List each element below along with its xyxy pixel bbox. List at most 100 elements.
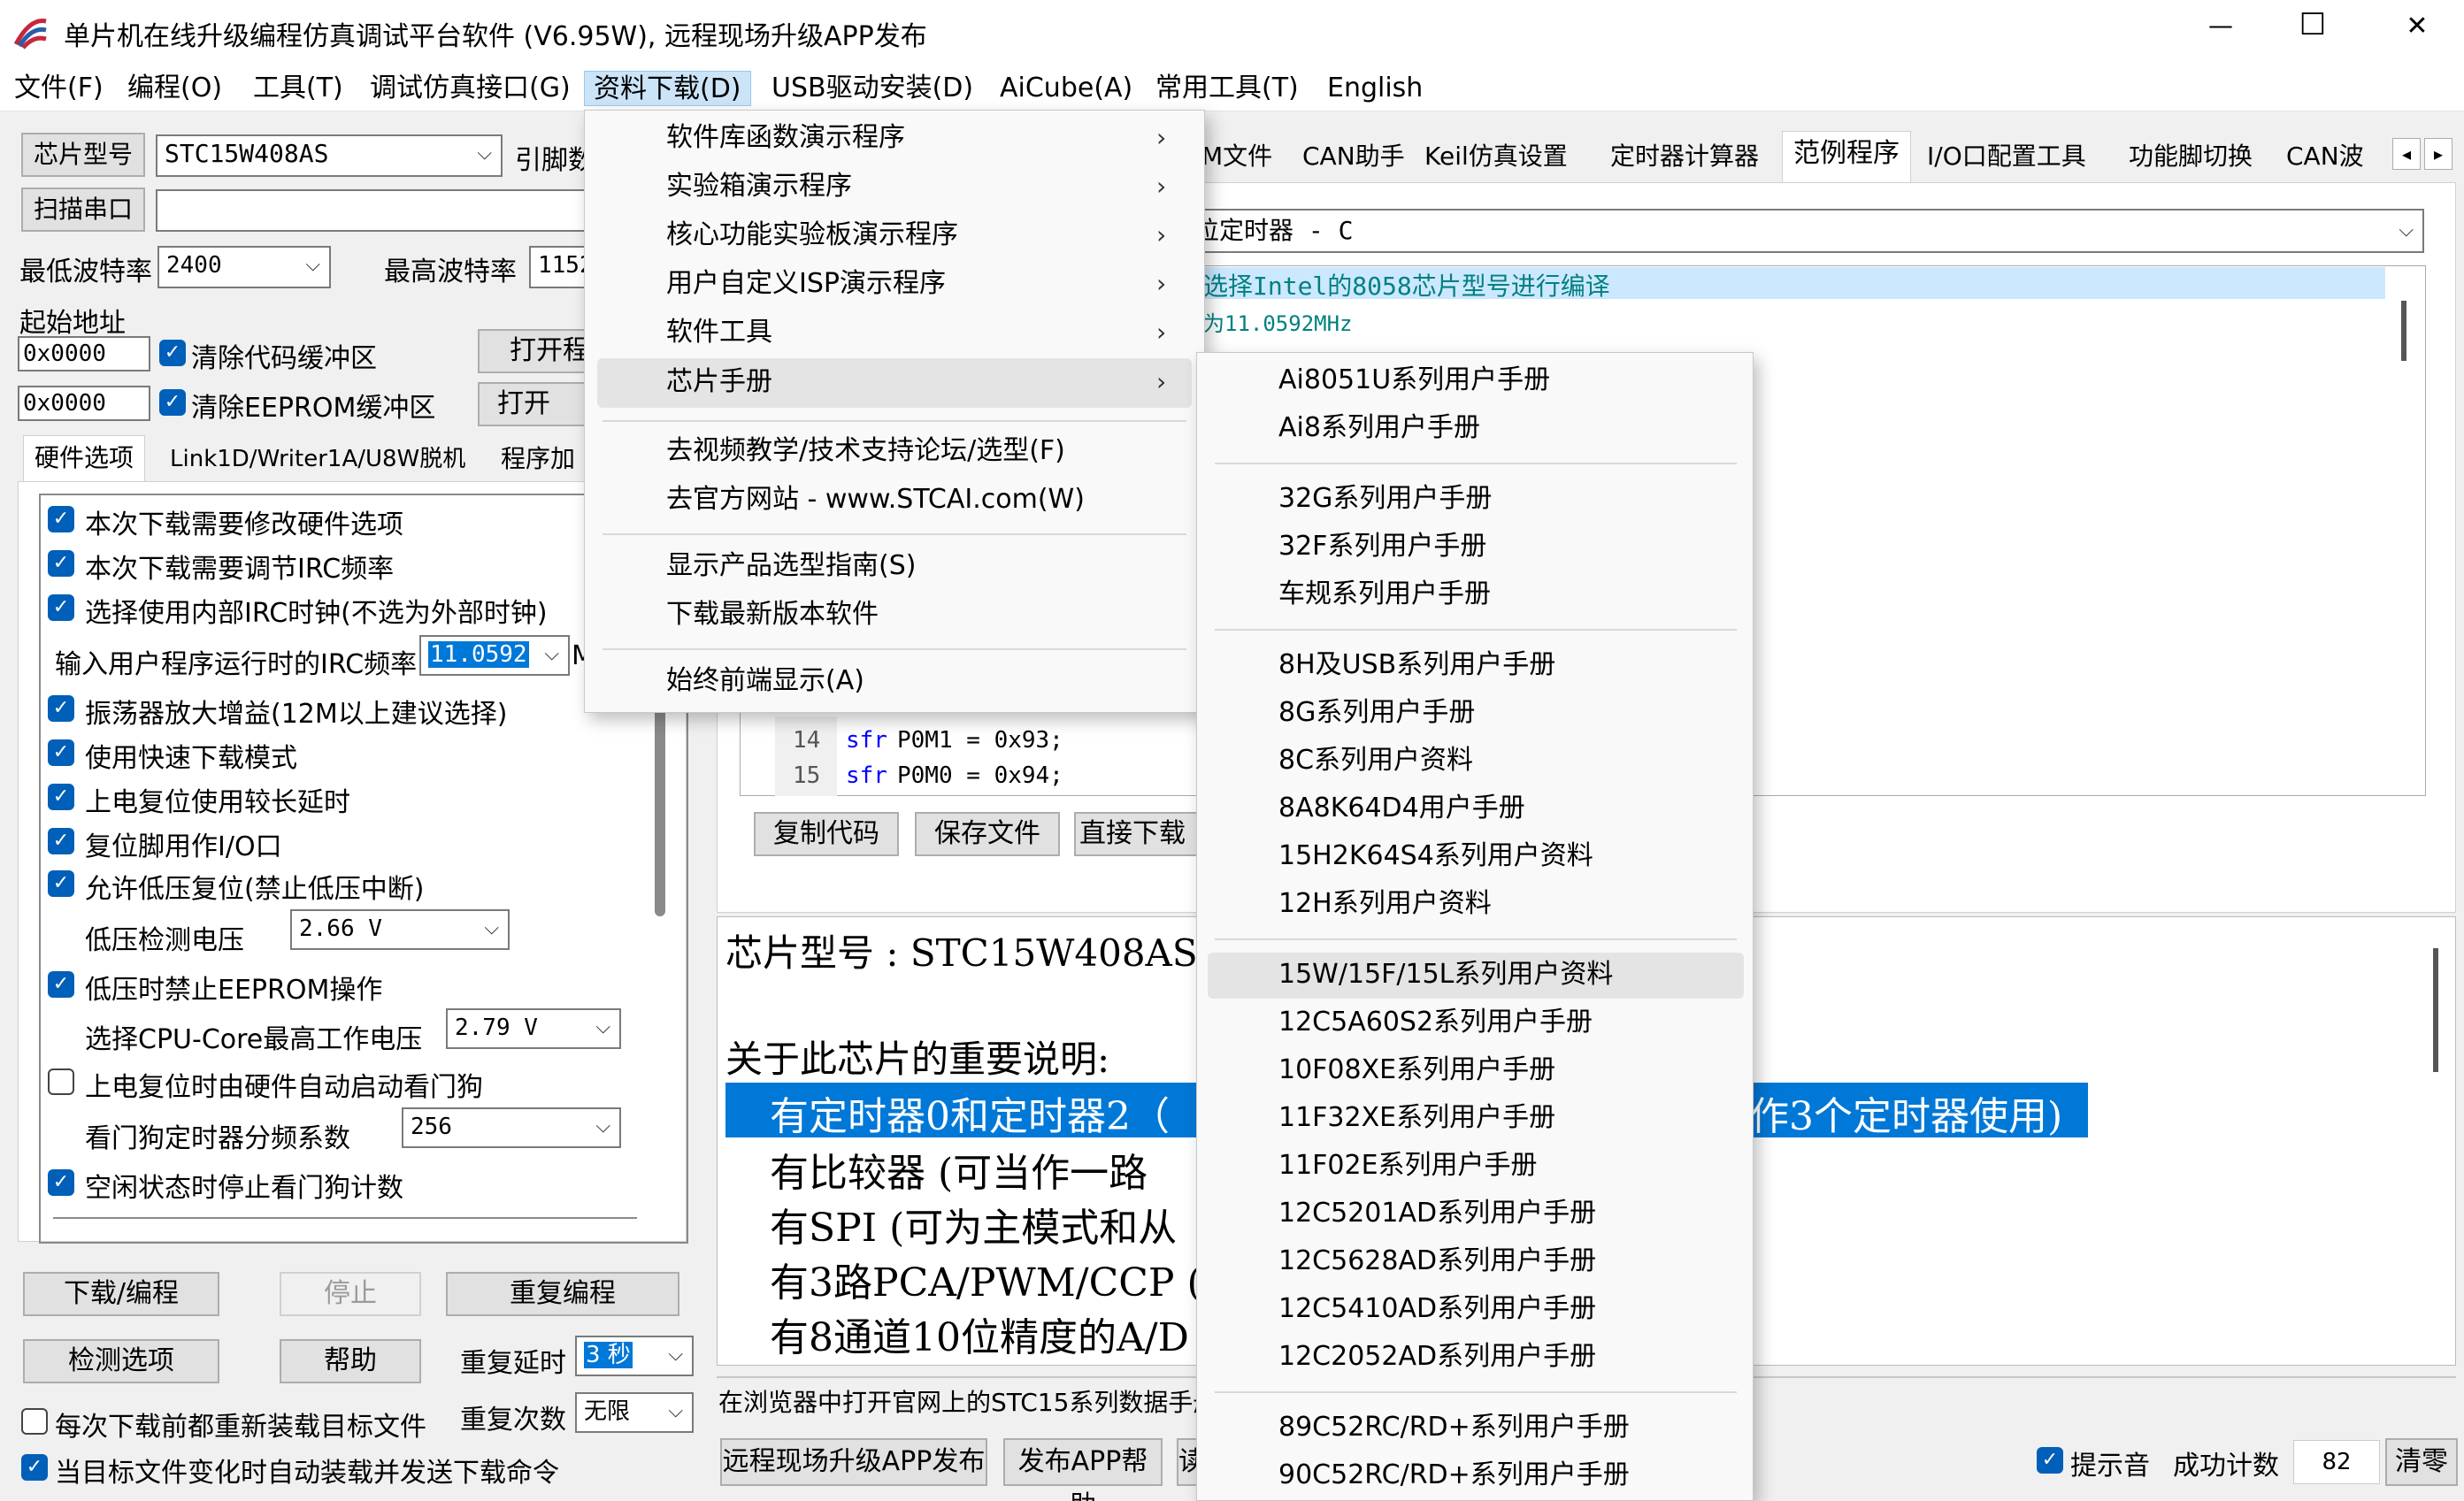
menu-item-selection-guide[interactable]: 显示产品选型指南(S) xyxy=(666,542,916,590)
manual-item[interactable]: 11F32XE系列用户手册 xyxy=(1278,1094,1555,1142)
tab-pin-switch[interactable]: 功能脚切换 xyxy=(2118,134,2264,180)
option-eeprom-lv-checkbox[interactable]: ✓ xyxy=(48,971,74,998)
tab-encrypt[interactable]: 程序加密 xyxy=(490,437,593,483)
manual-item[interactable]: 8A8K64D4用户手册 xyxy=(1278,785,1525,832)
manual-item[interactable]: 8H及USB系列用户手册 xyxy=(1278,641,1555,689)
manual-item[interactable]: 32G系列用户手册 xyxy=(1278,475,1492,523)
wdt-div-select[interactable]: 256 ⌵ xyxy=(402,1107,621,1148)
menu-usb-driver[interactable]: USB驱动安装(D) xyxy=(771,71,973,106)
irc-frequency-select[interactable]: 11.0592 ⌵ xyxy=(419,635,570,676)
lvd-select[interactable]: 2.66 V ⌵ xyxy=(290,909,510,950)
tab-scroll-left-icon[interactable]: ◂ xyxy=(2392,138,2421,170)
option-modify-hw-checkbox[interactable]: ✓ xyxy=(48,506,74,532)
info-scrollbar[interactable] xyxy=(2433,948,2438,1072)
menu-item-latest-version[interactable]: 下载最新版本软件 xyxy=(666,591,879,639)
option-gain-checkbox[interactable]: ✓ xyxy=(48,695,74,722)
option-reset-io-checkbox[interactable]: ✓ xyxy=(48,828,74,854)
save-file-button[interactable]: 保存文件 xyxy=(915,812,1060,856)
repeat-count-select[interactable]: 无限 ⌵ xyxy=(575,1392,694,1433)
manual-item[interactable]: 12H系列用户资料 xyxy=(1278,880,1492,928)
manual-item[interactable]: 90C52RC/RD+系列用户手册 xyxy=(1278,1451,1630,1499)
reload-checkbox[interactable] xyxy=(21,1408,48,1435)
port-select[interactable] xyxy=(156,189,589,232)
option-adjust-irc-checkbox[interactable]: ✓ xyxy=(48,550,74,577)
code-scrollbar[interactable] xyxy=(2401,301,2406,361)
manual-item[interactable]: Ai8系列用户手册 xyxy=(1278,404,1480,452)
manual-item[interactable]: 10F08XE系列用户手册 xyxy=(1278,1046,1555,1094)
open-program-button[interactable]: 打开程序 xyxy=(478,329,593,373)
manual-item[interactable]: 8G系列用户手册 xyxy=(1278,689,1475,737)
menu-item-official-site[interactable]: 去官方网站 - www.STCAI.com(W) xyxy=(666,476,1085,524)
menu-debug[interactable]: 调试仿真接口(G) xyxy=(370,71,571,106)
tab-scroll-right-icon[interactable]: ▸ xyxy=(2424,138,2452,170)
open-eeprom-button[interactable]: 打开EEPROM xyxy=(478,382,593,426)
menu-tools[interactable]: 工具(T) xyxy=(253,71,343,106)
tab-hardware-options[interactable]: 硬件选项 xyxy=(23,435,146,481)
stop-button[interactable]: 停止 xyxy=(280,1272,421,1316)
copy-code-button[interactable]: 复制代码 xyxy=(754,812,899,856)
menu-item-core-demo[interactable]: 核心功能实验板演示程序 xyxy=(666,211,958,259)
menu-item-software-tools[interactable]: 软件工具 xyxy=(666,309,772,356)
max-baud-select[interactable]: 115200 xyxy=(529,246,589,288)
menu-common-tools[interactable]: 常用工具(T) xyxy=(1155,71,1299,106)
options-hscroll[interactable] xyxy=(53,1217,637,1219)
manual-item[interactable]: 11F02E系列用户手册 xyxy=(1278,1142,1538,1190)
code-address-input[interactable]: 0x0000 xyxy=(18,336,150,371)
menu-download[interactable]: 资料下载(D) xyxy=(584,71,751,106)
chip-type-select[interactable]: STC15W408AS ⌵ xyxy=(156,134,503,177)
menu-item-always-on-top[interactable]: 始终前端显示(A) xyxy=(666,657,864,705)
scan-port-button[interactable]: 扫描串口 xyxy=(21,188,145,232)
option-wdt-auto-checkbox[interactable] xyxy=(48,1068,74,1095)
menu-item-library-demo[interactable]: 软件库函数演示程序 xyxy=(666,114,905,162)
option-internal-irc-checkbox[interactable]: ✓ xyxy=(48,594,74,621)
manual-item[interactable]: 12C5201AD系列用户手册 xyxy=(1278,1190,1596,1237)
tab-can-helper[interactable]: CAN助手 xyxy=(1292,134,1416,180)
tab-mfile[interactable]: M文件 xyxy=(1196,134,1278,180)
option-idle-wdt-checkbox[interactable]: ✓ xyxy=(48,1169,74,1196)
manual-item[interactable]: 8C系列用户资料 xyxy=(1278,737,1473,785)
menu-file[interactable]: 文件(F) xyxy=(14,71,104,106)
minimize-button[interactable]: — xyxy=(2194,11,2247,40)
menu-aicube[interactable]: AiCube(A) xyxy=(1000,71,1132,106)
check-options-button[interactable]: 检测选项 xyxy=(23,1339,219,1383)
auto-load-checkbox[interactable]: ✓ xyxy=(21,1454,48,1481)
cpu-core-select[interactable]: 2.79 V ⌵ xyxy=(446,1008,621,1049)
manual-item[interactable]: 15H2K64S4系列用户资料 xyxy=(1278,832,1593,880)
close-button[interactable]: ✕ xyxy=(2391,11,2444,42)
menu-english[interactable]: English xyxy=(1327,71,1423,106)
reprogram-button[interactable]: 重复编程 xyxy=(446,1272,679,1316)
clear-count-button[interactable]: 清零 xyxy=(2385,1438,2458,1486)
manual-item[interactable]: 32F系列用户手册 xyxy=(1278,523,1486,571)
menu-item-isp-demo[interactable]: 用户自定义ISP演示程序 xyxy=(666,260,946,308)
tab-can-baud[interactable]: CAN波特率 xyxy=(2279,134,2389,180)
remote-upgrade-button[interactable]: 远程现场升级APP发布 xyxy=(720,1438,987,1486)
repeat-delay-select[interactable]: 3 秒 ⌵ xyxy=(575,1336,694,1376)
tab-examples[interactable]: 范例程序 xyxy=(1782,131,1911,182)
tab-timer-calc[interactable]: 定时器计算器 xyxy=(1600,134,1770,180)
help-button[interactable]: 帮助 xyxy=(280,1339,421,1383)
eeprom-address-input[interactable]: 0x0000 xyxy=(18,386,150,421)
menu-item-video-forum[interactable]: 去视频教学/技术支持论坛/选型(F) xyxy=(666,427,1065,475)
example-select[interactable]: 位定时器 - C ⌵ xyxy=(1186,209,2424,253)
option-low-voltage-reset-checkbox[interactable]: ✓ xyxy=(48,870,74,897)
tab-keil-settings[interactable]: Keil仿真设置 xyxy=(1414,134,1578,180)
menu-item-lab-demo[interactable]: 实验箱演示程序 xyxy=(666,163,852,211)
download-program-button[interactable]: 下载/编程 xyxy=(23,1272,219,1316)
manual-item[interactable]: 12C5410AD系列用户手册 xyxy=(1278,1285,1596,1333)
manual-item[interactable]: 车规系列用户手册 xyxy=(1278,571,1491,618)
menu-program[interactable]: 编程(O) xyxy=(127,71,222,106)
tab-offline[interactable]: Link1D/Writer1A/U8W脱机 xyxy=(159,437,477,483)
app-help-button[interactable]: 发布APP帮助 xyxy=(1003,1438,1163,1501)
option-fast-download-checkbox[interactable]: ✓ xyxy=(48,739,74,766)
menu-item-chip-manual[interactable]: 芯片手册 xyxy=(666,358,772,406)
manual-item[interactable]: 89C52RC/RD+系列用户手册 xyxy=(1278,1404,1630,1451)
maximize-button[interactable]: ☐ xyxy=(2286,7,2339,42)
option-long-delay-checkbox[interactable]: ✓ xyxy=(48,784,74,810)
clear-eeprom-checkbox[interactable]: ✓ xyxy=(159,389,186,416)
manual-item[interactable]: Ai8051U系列用户手册 xyxy=(1278,356,1550,404)
min-baud-select[interactable]: 2400 ⌵ xyxy=(157,246,331,288)
beep-checkbox[interactable]: ✓ xyxy=(2037,1447,2063,1474)
manual-item[interactable]: 15W/15F/15L系列用户资料 xyxy=(1278,951,1613,999)
manual-item[interactable]: 12C5A60S2系列用户手册 xyxy=(1278,999,1593,1046)
tab-io-config[interactable]: I/O口配置工具 xyxy=(1916,134,2097,180)
